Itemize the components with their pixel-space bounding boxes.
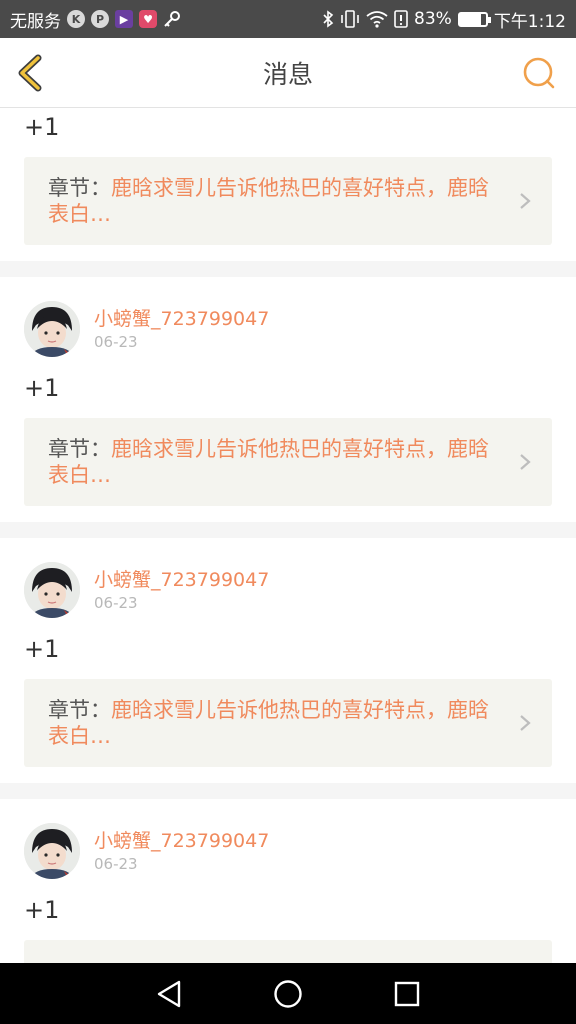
back-button[interactable] [12, 50, 52, 96]
nav-recents-button[interactable] [387, 974, 427, 1014]
username[interactable]: 小螃蟹_723799047 [94, 568, 269, 592]
chevron-left-icon [18, 54, 42, 92]
message-item: 小螃蟹_723799047 06-23 +1 章节：鹿晗求雪儿告诉他热巴的喜好特… [0, 277, 576, 522]
message-header: 小螃蟹_723799047 06-23 [24, 301, 269, 357]
chapter-link[interactable]: 章节：鹿晗求雪儿告诉他热巴的喜好特点，鹿晗表白… [24, 157, 552, 245]
battery-icon [457, 11, 491, 27]
battery-percent: 83% [414, 9, 452, 29]
vibrate-icon [341, 10, 359, 28]
chapter-prefix: 章节： [48, 176, 111, 200]
square-recents-icon [394, 981, 419, 1006]
divider [0, 261, 576, 277]
user-photo [24, 562, 80, 618]
wifi-icon [366, 11, 388, 28]
alert-icon [394, 10, 408, 28]
username[interactable]: 小螃蟹_723799047 [94, 307, 269, 331]
triangle-back-icon [158, 980, 181, 1007]
navigation-bar [0, 963, 576, 1024]
user-photo [24, 301, 80, 357]
chapter-title: 鹿晗求雪儿告诉他热巴的喜好特点，鹿晗表白… [48, 437, 489, 487]
chevron-right-icon [520, 193, 531, 209]
status-bar-left: 无服务 K P ▶ ♥ [10, 7, 181, 32]
nav-back-button[interactable] [149, 974, 189, 1014]
message-header: 小螃蟹_723799047 06-23 [24, 562, 269, 618]
message-item: 小螃蟹_723799047 06-23 +1 [0, 799, 576, 963]
chapter-prefix: 章节： [48, 437, 111, 461]
username[interactable]: 小螃蟹_723799047 [94, 829, 269, 853]
k-app-icon: K [67, 10, 85, 28]
chapter-title: 鹿晗求雪儿告诉他热巴的喜好特点，鹿晗表白… [48, 176, 489, 226]
chapter-title: 鹿晗求雪儿告诉他热巴的喜好特点，鹿晗表白… [48, 698, 489, 748]
carrier-label: 无服务 [10, 11, 61, 32]
chapter-text: 章节：鹿晗求雪儿告诉他热巴的喜好特点，鹿晗表白… [48, 175, 498, 227]
reply-text: +1 [24, 896, 60, 924]
chapter-link[interactable] [24, 940, 552, 963]
battery-level [459, 13, 482, 25]
status-bar: 无服务 K P ▶ ♥ 83% 下午1:12 [0, 0, 576, 38]
divider [0, 522, 576, 538]
chapter-text: 章节：鹿晗求雪儿告诉他热巴的喜好特点，鹿晗表白… [48, 436, 498, 488]
status-bar-right: 83% 下午1:12 [322, 7, 566, 32]
message-date: 06-23 [94, 333, 138, 351]
divider [0, 783, 576, 799]
chapter-text: 章节：鹿晗求雪儿告诉他热巴的喜好特点，鹿晗表白… [48, 697, 498, 749]
reply-text: +1 [24, 635, 60, 663]
reply-text: +1 [24, 374, 60, 402]
user-photo [24, 823, 80, 879]
search-button[interactable] [522, 56, 556, 90]
top-bar: 消息 [0, 38, 576, 108]
clock: 下午1:12 [493, 11, 566, 32]
avatar[interactable] [24, 301, 80, 357]
chapter-prefix: 章节： [48, 698, 111, 722]
message-item: 小螃蟹_723799047 06-23 +1 章节：鹿晗求雪儿告诉他热巴的喜好特… [0, 538, 576, 799]
avatar[interactable] [24, 562, 80, 618]
p-app-icon: P [91, 10, 109, 28]
chevron-right-icon [520, 715, 531, 731]
bluetooth-icon [323, 10, 334, 28]
user-meta: 小螃蟹_723799047 06-23 [94, 829, 269, 873]
chapter-link[interactable]: 章节：鹿晗求雪儿告诉他热巴的喜好特点，鹿晗表白… [24, 418, 552, 506]
chapter-link[interactable]: 章节：鹿晗求雪儿告诉他热巴的喜好特点，鹿晗表白… [24, 679, 552, 767]
message-date: 06-23 [94, 594, 138, 612]
page-title: 消息 [262, 59, 313, 89]
nav-home-button[interactable] [268, 974, 308, 1014]
message-item: +1 章节：鹿晗求雪儿告诉他热巴的喜好特点，鹿晗表白… [0, 108, 576, 261]
search-icon [523, 57, 555, 89]
user-meta: 小螃蟹_723799047 06-23 [94, 568, 269, 612]
message-date: 06-23 [94, 855, 138, 873]
message-list[interactable]: +1 章节：鹿晗求雪儿告诉他热巴的喜好特点，鹿晗表白… 小螃蟹_72379904… [0, 108, 576, 963]
chevron-right-icon [520, 454, 531, 470]
heart-app-icon: ♥ [139, 10, 157, 28]
video-app-icon: ▶ [115, 10, 133, 28]
message-header: 小螃蟹_723799047 06-23 [24, 823, 269, 879]
user-meta: 小螃蟹_723799047 06-23 [94, 307, 269, 351]
circle-home-icon [274, 979, 302, 1008]
reply-text: +1 [24, 113, 60, 141]
avatar[interactable] [24, 823, 80, 879]
key-icon [164, 11, 180, 27]
